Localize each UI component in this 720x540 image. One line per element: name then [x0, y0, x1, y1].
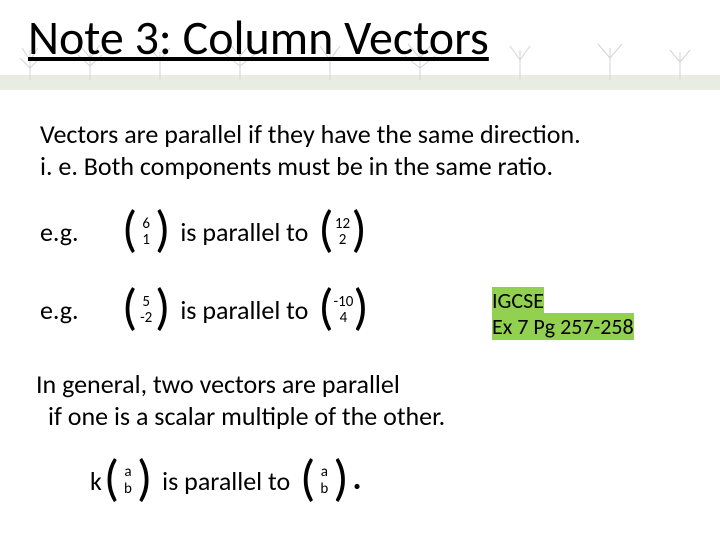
paren-open-icon: ( [318, 288, 333, 328]
paren-close-icon: ) [353, 288, 368, 328]
paren-close-icon: ) [333, 459, 348, 499]
vector-top: a [321, 464, 328, 481]
scalar-multiple-row: k ( a b ) is parallel to ( a b ) . [90, 460, 362, 501]
intro-line-2: i. e. Both components must be in the sam… [40, 150, 553, 182]
paren-close-icon: ) [155, 210, 170, 250]
parallel-text: is parallel to [162, 465, 290, 497]
paren-close-icon: ) [137, 459, 152, 499]
reference-note: IGCSE Ex 7 Pg 257-258 [492, 288, 682, 341]
parallel-text: is parallel to [180, 294, 308, 326]
paren-open-icon: ( [318, 210, 333, 250]
paren-close-icon: ) [352, 210, 367, 250]
parallel-text: is parallel to [180, 216, 308, 248]
paren-open-icon: ( [122, 210, 137, 250]
vector-4: -10 4 [334, 294, 354, 327]
general-line-1: In general, two vectors are parallel [36, 368, 400, 400]
slide: Note 3: Column Vectors Vectors are paral… [0, 0, 720, 540]
period-icon: . [353, 458, 362, 499]
example-row-1: e.g. ( 6 1 ) is parallel to ( 12 2 ) [40, 212, 367, 252]
vector-3: 5 -2 [137, 294, 155, 327]
paren-open-icon: ( [300, 459, 315, 499]
paren-open-icon: ( [122, 288, 137, 328]
note-line-2: Ex 7 Pg 257-258 [492, 313, 634, 340]
paren-open-icon: ( [104, 459, 119, 499]
slide-title: Note 3: Column Vectors [28, 8, 489, 67]
general-line-2: if one is a scalar multiple of the other… [48, 400, 445, 432]
vector-bot: 2 [339, 232, 347, 249]
note-line-1: IGCSE [492, 287, 544, 314]
eg-label: e.g. [40, 216, 122, 248]
vector-bot: 4 [340, 310, 348, 327]
vector-a: a b [119, 464, 137, 497]
eg-label: e.g. [40, 294, 122, 326]
paren-close-icon: ) [155, 288, 170, 328]
vector-bot: 1 [142, 232, 150, 249]
vector-2: 12 2 [334, 216, 352, 249]
vector-top: -10 [334, 294, 354, 311]
vector-top: 6 [142, 216, 150, 233]
vector-bot: b [124, 481, 132, 498]
vector-bot: b [320, 481, 328, 498]
vector-b: a b [315, 464, 333, 497]
scalar-k: k [90, 465, 102, 497]
vector-1: 6 1 [137, 216, 155, 249]
example-row-2: e.g. ( 5 -2 ) is parallel to ( -10 4 ) [40, 290, 369, 330]
vector-top: a [124, 464, 131, 481]
vector-top: 5 [142, 294, 150, 311]
vector-top: 12 [335, 216, 350, 233]
vector-bot: -2 [140, 310, 152, 327]
intro-line-1: Vectors are parallel if they have the sa… [40, 118, 581, 150]
